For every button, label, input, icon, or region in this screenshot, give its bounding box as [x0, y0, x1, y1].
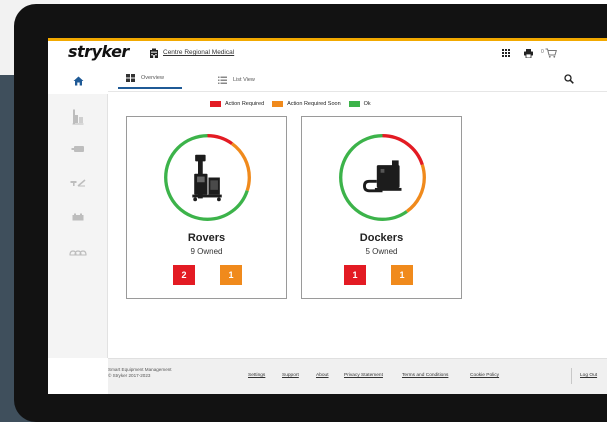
legend-swatch-orange: [272, 101, 284, 107]
building-icon: [150, 48, 158, 58]
rover-device-icon: [192, 154, 222, 202]
legend-label: Action Required: [225, 101, 265, 107]
card-owned-count: 9 Owned: [190, 247, 223, 256]
legend-swatch-red: [210, 101, 221, 107]
view-tabs: Overview List View: [108, 68, 607, 92]
list-icon: [218, 76, 227, 84]
cart-count: 0: [541, 49, 544, 55]
action-required-soon-badge[interactable]: 1: [391, 265, 413, 285]
footer-copyright: Smart Equipment Management © Stryker 201…: [108, 367, 172, 379]
footer-link-cookie-policy[interactable]: Cookie Policy: [470, 373, 499, 378]
tab-overview[interactable]: Overview: [118, 68, 182, 89]
footer-copyright-text: © Stryker 2017-2023: [108, 373, 151, 378]
sidebar-nav: [48, 68, 108, 358]
tab-overview-label: Overview: [141, 74, 164, 81]
card-owned-count: 5 Owned: [365, 247, 398, 256]
dockers-card[interactable]: Dockers 5 Owned 1 1: [301, 116, 462, 299]
grid-icon[interactable]: [502, 49, 510, 57]
stryker-logo[interactable]: stryker: [68, 42, 129, 61]
page-footer: Smart Equipment Management © Stryker 201…: [108, 358, 607, 394]
legend-action-required: Action Required: [210, 101, 264, 107]
legend-action-required-soon: Action Required Soon: [272, 101, 341, 107]
sidebar-item-tools[interactable]: [48, 170, 108, 196]
legend-label: Ok: [363, 101, 371, 107]
footer-link-terms-and-conditions[interactable]: Terms and Conditions: [402, 373, 448, 378]
printer-icon[interactable]: [524, 49, 533, 58]
footer-link-about[interactable]: About: [316, 373, 329, 378]
home-icon: [73, 76, 83, 86]
overview-icon: [126, 73, 135, 82]
rovers-status-ring: [164, 134, 251, 221]
rovers-card[interactable]: Rovers 9 Owned 2 1: [126, 116, 287, 299]
sidebar-item-rovers[interactable]: [48, 104, 108, 130]
card-title: Dockers: [359, 232, 404, 244]
legend-swatch-green: [348, 101, 360, 107]
sidebar-item-charger[interactable]: [48, 204, 108, 230]
sidebar-item-home[interactable]: [48, 68, 108, 94]
docker-device-icon: [363, 160, 402, 193]
tab-list-view-label: List View: [233, 76, 255, 83]
legend-label: Action Required Soon: [287, 101, 341, 107]
search-icon[interactable]: [564, 74, 574, 84]
top-bar: stryker Centre Regional Medical 0: [48, 38, 607, 68]
battery-icon: [71, 146, 84, 152]
cart-icon[interactable]: [545, 48, 557, 58]
logout-link[interactable]: Log Out: [580, 373, 597, 378]
action-required-badge[interactable]: 1: [344, 265, 366, 285]
connector-icon: [69, 250, 87, 256]
sidebar-item-battery[interactable]: [48, 136, 108, 162]
tools-icon: [70, 179, 86, 187]
rover-icon: [72, 109, 84, 125]
charger-icon: [72, 213, 84, 221]
footer-divider: [571, 368, 572, 384]
status-legend: Action Required Action Required Soon Ok: [210, 98, 379, 110]
card-title: Rovers: [187, 232, 226, 244]
app-screen: stryker Centre Regional Medical 0 Overvi…: [48, 38, 607, 394]
footer-link-privacy-statement[interactable]: Privacy Statement: [344, 373, 383, 378]
action-required-soon-badge[interactable]: 1: [220, 265, 242, 285]
footer-link-settings[interactable]: Settings: [248, 373, 265, 378]
footer-link-support[interactable]: Support: [282, 373, 299, 378]
tab-list-view[interactable]: List View: [218, 68, 255, 91]
action-required-badge[interactable]: 2: [173, 265, 195, 285]
facility-name-link[interactable]: Centre Regional Medical: [163, 49, 234, 56]
dockers-status-ring: [339, 134, 426, 221]
sidebar-item-connectors[interactable]: [48, 240, 108, 266]
legend-ok: Ok: [348, 101, 371, 107]
